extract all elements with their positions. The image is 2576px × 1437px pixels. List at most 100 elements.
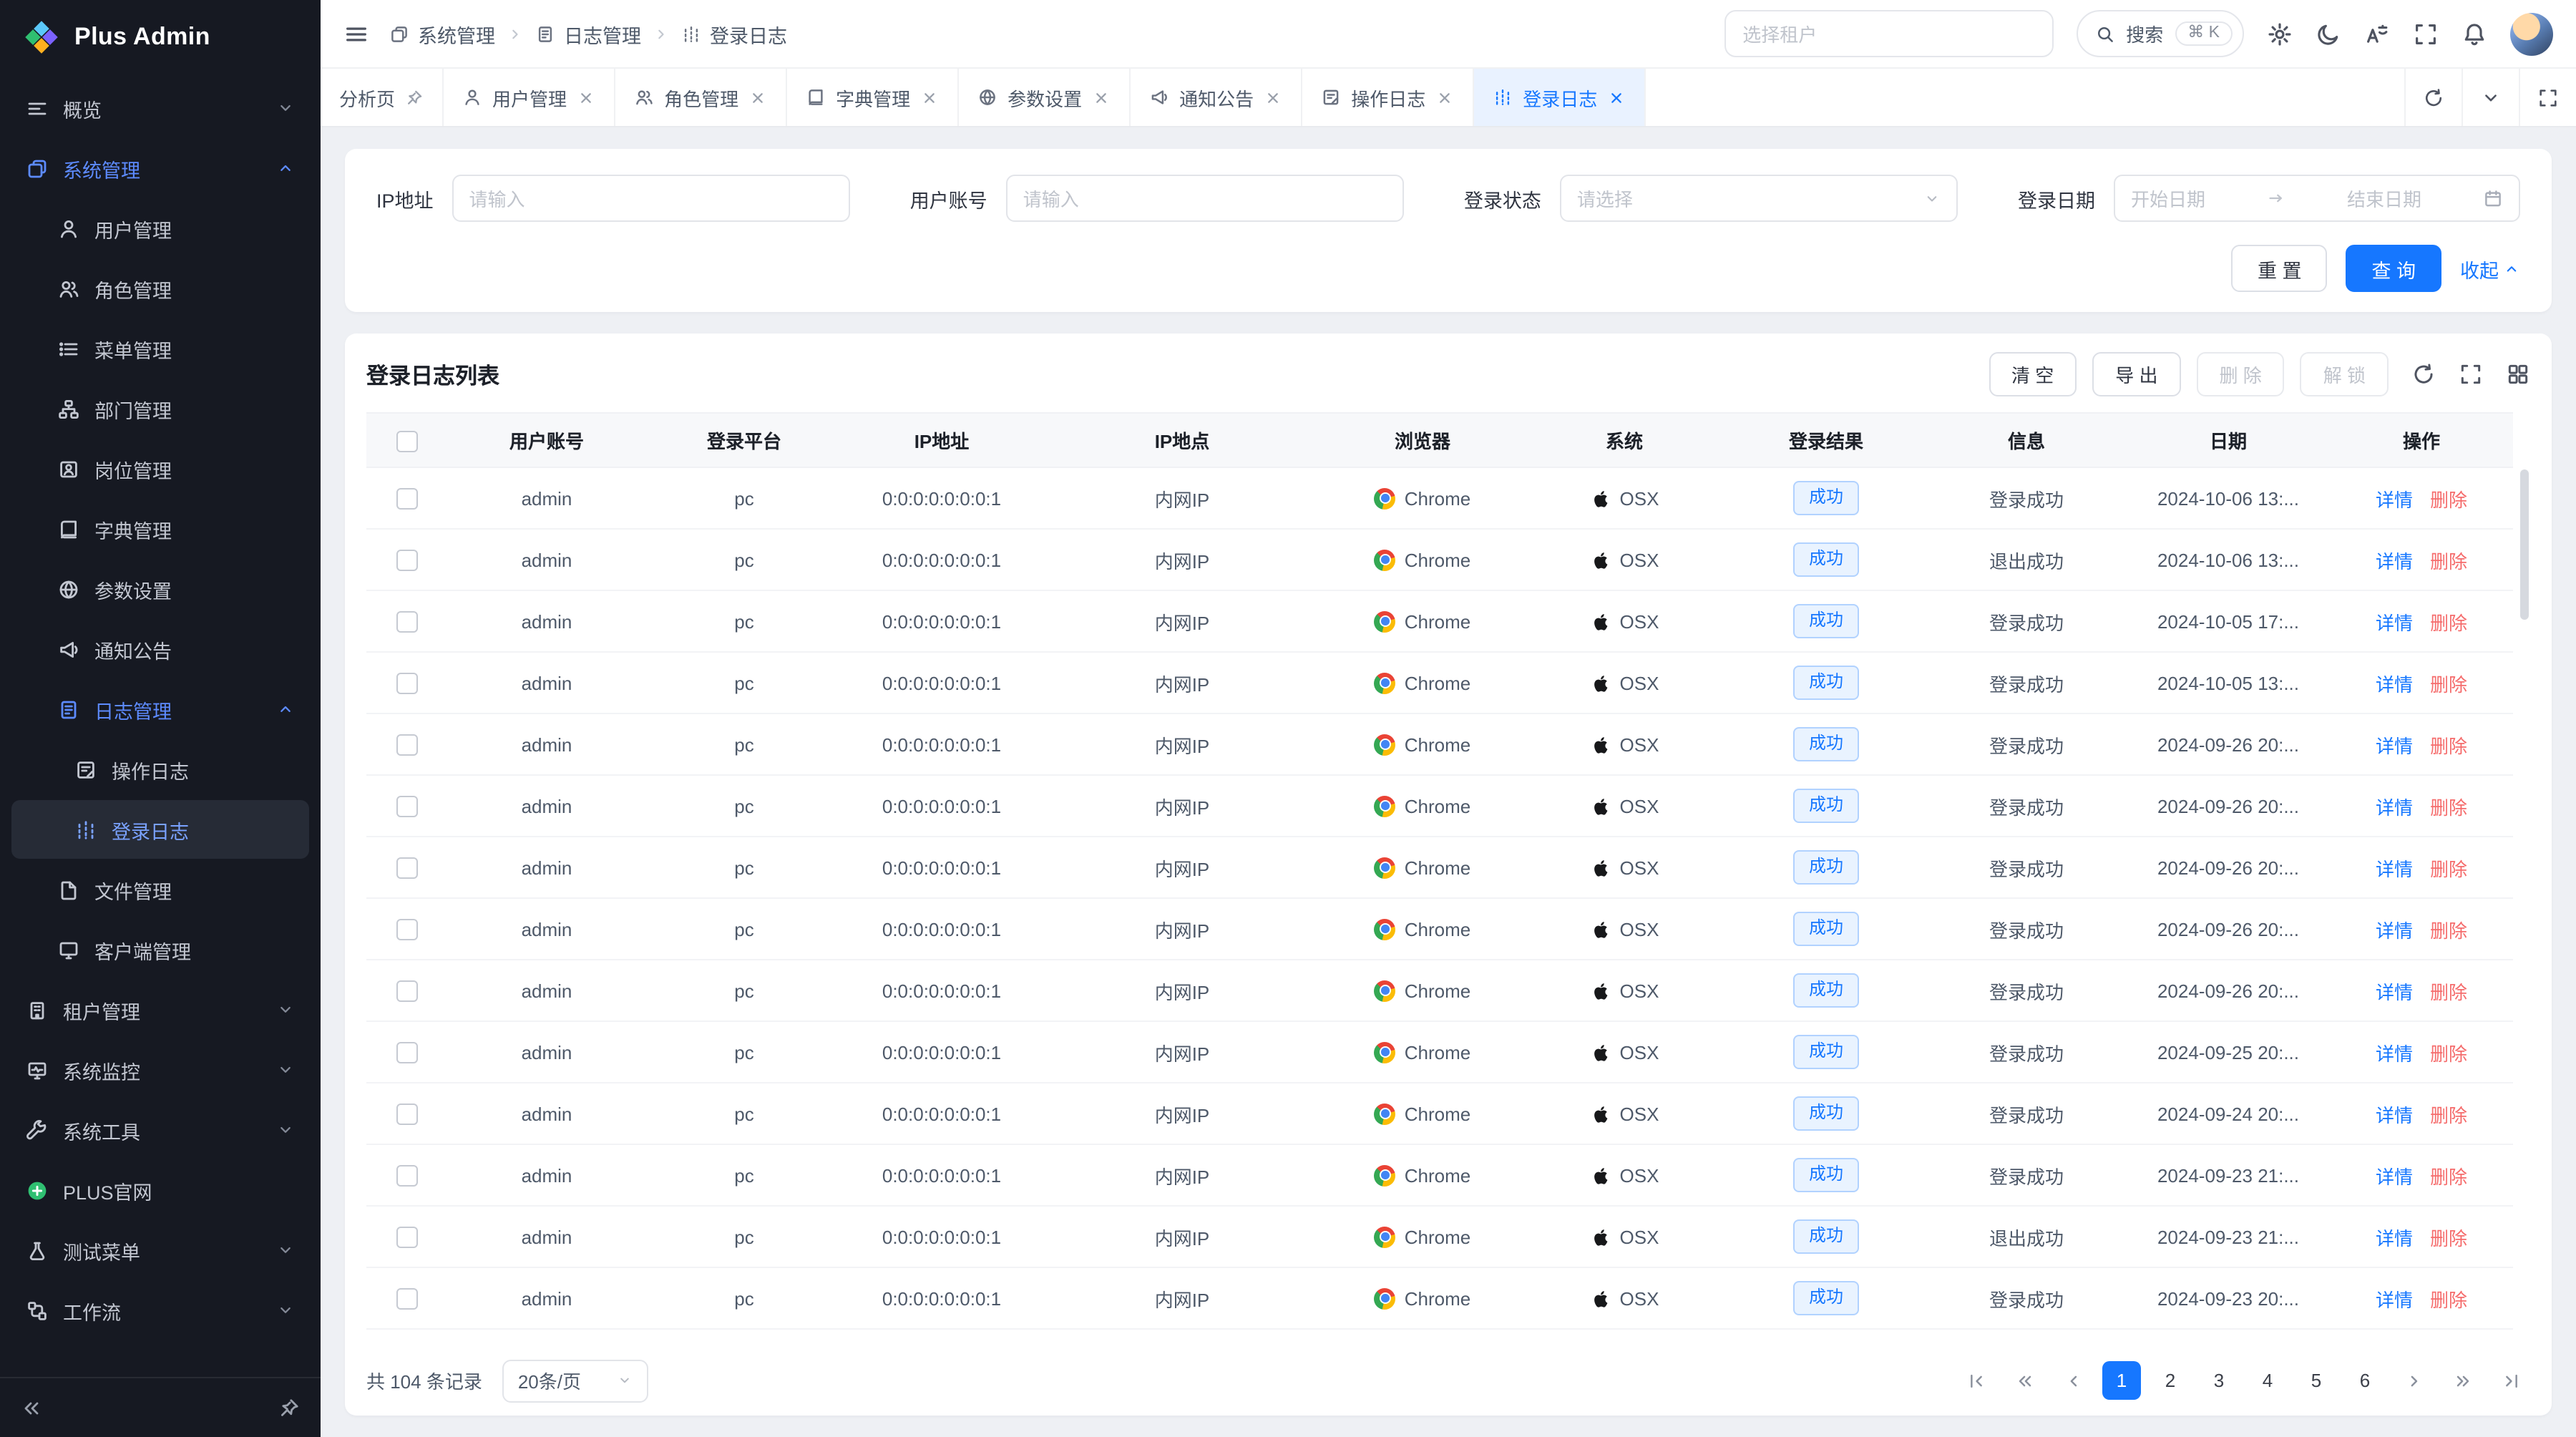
reset-button[interactable]: 重 置	[2232, 245, 2328, 292]
row-checkbox[interactable]	[396, 1042, 417, 1063]
sidebar-item-tenant-management[interactable]: 租户管理	[11, 980, 309, 1039]
sidebar-item-notice[interactable]: 通知公告	[11, 620, 309, 678]
breadcrumb-item-log-management[interactable]: 日志管理	[535, 19, 641, 48]
delete-button[interactable]: 删 除	[2197, 352, 2285, 396]
row-checkbox[interactable]	[396, 550, 417, 571]
delete-link[interactable]: 删除	[2430, 612, 2467, 633]
next-page-button[interactable]	[2394, 1361, 2433, 1400]
sidebar-item-operation-log[interactable]: 操作日志	[11, 740, 309, 799]
tenant-select[interactable]: 选择租户	[1724, 10, 2053, 57]
refresh-table-button[interactable]	[2411, 362, 2436, 386]
row-checkbox[interactable]	[396, 796, 417, 817]
row-checkbox[interactable]	[396, 980, 417, 1002]
notifications-icon[interactable]	[2462, 21, 2487, 47]
delete-link[interactable]: 删除	[2430, 920, 2467, 941]
column-settings-button[interactable]	[2506, 362, 2530, 386]
detail-link[interactable]: 详情	[2376, 550, 2413, 572]
tab-dict-management[interactable]: 字典管理	[787, 69, 959, 126]
ip-input[interactable]: 请输入	[452, 175, 850, 222]
detail-link[interactable]: 详情	[2376, 1166, 2413, 1187]
locale-switch-icon[interactable]	[2364, 21, 2390, 47]
last-page-button[interactable]	[2492, 1361, 2530, 1400]
breadcrumb-item-login-log[interactable]: 登录日志	[681, 19, 787, 48]
row-checkbox[interactable]	[396, 1288, 417, 1310]
row-checkbox[interactable]	[396, 673, 417, 694]
page-size-select[interactable]: 20条/页	[502, 1359, 648, 1402]
page-button-4[interactable]: 4	[2248, 1361, 2287, 1400]
tab-close-icon[interactable]	[1435, 88, 1454, 107]
page-button-2[interactable]: 2	[2151, 1361, 2190, 1400]
sidebar-item-workflow[interactable]: 工作流	[11, 1281, 309, 1340]
delete-link[interactable]: 删除	[2430, 858, 2467, 880]
fullscreen-icon[interactable]	[2413, 21, 2439, 47]
tab-param-settings[interactable]: 参数设置	[959, 69, 1131, 126]
table-scrollbar[interactable]	[2517, 469, 2530, 1340]
detail-link[interactable]: 详情	[2376, 612, 2413, 633]
detail-link[interactable]: 详情	[2376, 1289, 2413, 1310]
tab-notice[interactable]: 通知公告	[1131, 69, 1302, 126]
row-checkbox[interactable]	[396, 488, 417, 510]
next-pages-button[interactable]	[2443, 1361, 2482, 1400]
export-button[interactable]: 导 出	[2092, 352, 2180, 396]
sidebar-item-overview[interactable]: 概览	[11, 79, 309, 137]
global-search[interactable]: 搜索 ⌘ K	[2076, 10, 2244, 57]
theme-toggle-icon[interactable]	[2316, 21, 2341, 47]
collapse-filters-link[interactable]: 收起	[2460, 254, 2520, 283]
detail-link[interactable]: 详情	[2376, 735, 2413, 756]
sidebar-item-system-management[interactable]: 系统管理	[11, 139, 309, 198]
delete-link[interactable]: 删除	[2430, 1227, 2467, 1249]
detail-link[interactable]: 详情	[2376, 1227, 2413, 1249]
account-input[interactable]: 请输入	[1006, 175, 1404, 222]
tab-analysis[interactable]: 分析页	[321, 69, 444, 126]
row-checkbox[interactable]	[396, 734, 417, 756]
delete-link[interactable]: 删除	[2430, 981, 2467, 1003]
unlock-button[interactable]: 解 锁	[2301, 352, 2389, 396]
delete-link[interactable]: 删除	[2430, 673, 2467, 695]
tab-pin-icon[interactable]	[405, 88, 424, 107]
login-status-select[interactable]: 请选择	[1560, 175, 1958, 222]
detail-link[interactable]: 详情	[2376, 673, 2413, 695]
sidebar-item-user-management[interactable]: 用户管理	[11, 199, 309, 258]
detail-link[interactable]: 详情	[2376, 1104, 2413, 1126]
sidebar-item-post-management[interactable]: 岗位管理	[11, 439, 309, 498]
sidebar-item-role-management[interactable]: 角色管理	[11, 259, 309, 318]
tab-close-icon[interactable]	[577, 88, 595, 107]
breadcrumb-item-system-management[interactable]: 系统管理	[389, 19, 495, 48]
page-button-6[interactable]: 6	[2346, 1361, 2384, 1400]
sidebar-item-plus-website[interactable]: PLUS官网	[11, 1161, 309, 1219]
sidebar-item-test-menu[interactable]: 测试菜单	[11, 1221, 309, 1280]
sidebar-collapse-icon[interactable]	[20, 1396, 43, 1419]
detail-link[interactable]: 详情	[2376, 858, 2413, 880]
sidebar-item-client-management[interactable]: 客户端管理	[11, 920, 309, 979]
sidebar-item-dict-management[interactable]: 字典管理	[11, 500, 309, 558]
scrollbar-thumb[interactable]	[2519, 469, 2528, 620]
tabs-menu-button[interactable]	[2462, 69, 2519, 126]
detail-link[interactable]: 详情	[2376, 981, 2413, 1003]
tab-close-icon[interactable]	[1092, 88, 1111, 107]
tab-close-icon[interactable]	[748, 88, 767, 107]
delete-link[interactable]: 删除	[2430, 1166, 2467, 1187]
row-checkbox[interactable]	[396, 1165, 417, 1187]
row-checkbox[interactable]	[396, 611, 417, 633]
delete-link[interactable]: 删除	[2430, 797, 2467, 818]
login-date-range[interactable]: 开始日期 结束日期	[2114, 175, 2520, 222]
delete-link[interactable]: 删除	[2430, 1104, 2467, 1126]
row-checkbox[interactable]	[396, 1104, 417, 1125]
tab-user-management[interactable]: 用户管理	[444, 69, 615, 126]
refresh-tabs-button[interactable]	[2404, 69, 2462, 126]
sidebar-item-login-log[interactable]: 登录日志	[11, 800, 309, 859]
table-fullscreen-button[interactable]	[2459, 362, 2483, 386]
delete-link[interactable]: 删除	[2430, 489, 2467, 510]
tab-close-icon[interactable]	[920, 88, 939, 107]
sidebar-item-dept-management[interactable]: 部门管理	[11, 379, 309, 438]
search-button[interactable]: 查 询	[2346, 245, 2441, 292]
row-checkbox[interactable]	[396, 1227, 417, 1248]
sidebar-pin-icon[interactable]	[278, 1396, 301, 1419]
settings-icon[interactable]	[2267, 21, 2293, 47]
detail-link[interactable]: 详情	[2376, 920, 2413, 941]
sidebar-item-menu-management[interactable]: 菜单管理	[11, 319, 309, 378]
prev-pages-button[interactable]	[2005, 1361, 2044, 1400]
detail-link[interactable]: 详情	[2376, 489, 2413, 510]
tab-close-icon[interactable]	[1264, 88, 1282, 107]
clear-button[interactable]: 清 空	[1989, 352, 2077, 396]
